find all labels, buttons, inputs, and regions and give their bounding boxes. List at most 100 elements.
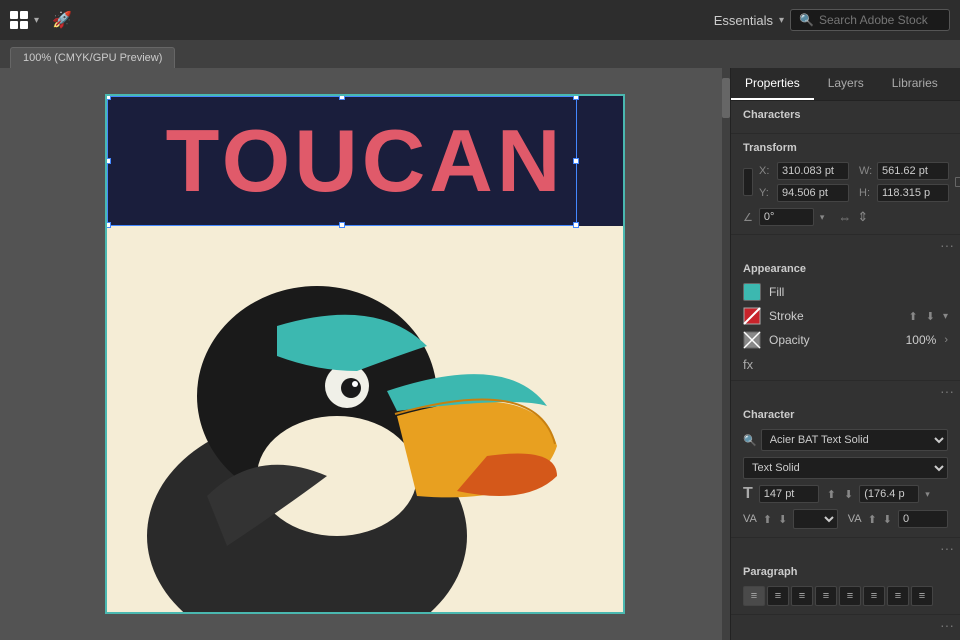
tracking-icon: VA (848, 513, 862, 525)
lock-proportions-icon[interactable] (955, 177, 960, 187)
opacity-value: 100% (906, 333, 937, 347)
x-label: X: (759, 165, 773, 177)
w-label: W: (859, 165, 873, 177)
search-stock-icon: 🔍 (799, 13, 814, 27)
quick-actions-section: Quick Actions Create Outlines Arrange (731, 635, 960, 640)
kerning-select[interactable] (793, 509, 837, 529)
font-search-icon: 🔍 (743, 434, 757, 447)
banner: TOUCAN (107, 96, 623, 226)
main-area: TOUCAN (0, 68, 960, 640)
stroke-adjust-down[interactable]: ⬇ (926, 310, 935, 323)
fill-color-swatch[interactable] (743, 283, 761, 301)
characters-section: Characters (731, 101, 960, 134)
appearance-more[interactable]: ··· (731, 381, 960, 401)
paragraph-section: Paragraph ≡ ≡ ≡ ≡ ≡ ≡ ≡ ≡ (731, 558, 960, 615)
font-name-row: 🔍 Acier BAT Text Solid (743, 429, 948, 451)
rocket-icon: 🚀 (52, 10, 72, 30)
artboard-container: TOUCAN (95, 84, 635, 624)
font-name-select[interactable]: Acier BAT Text Solid (761, 429, 948, 451)
opacity-row: Opacity 100% › (743, 331, 948, 349)
paragraph-title: Paragraph (743, 566, 948, 578)
up-arrow: ⬆ (827, 488, 836, 501)
kerning-down: ⬇ (778, 513, 787, 526)
align-justify-center-btn[interactable]: ≡ (863, 586, 885, 606)
kerning-up: ⬆ (763, 513, 772, 526)
opacity-label: Opacity (769, 333, 898, 347)
essentials-area: Essentials ▾ 🔍 (714, 9, 950, 31)
canvas-scrollbar[interactable] (722, 68, 730, 640)
tracking-row: VA ⬆ ⬇ VA ⬆ ⬇ (743, 509, 948, 529)
fx-button[interactable]: fx (743, 357, 753, 372)
font-size-row: T ⬆ ⬇ ▾ (743, 485, 948, 503)
search-stock-box[interactable]: 🔍 (790, 9, 950, 31)
leading-dropdown[interactable]: ▾ (925, 489, 930, 500)
top-bar: ▾ 🚀 Essentials ▾ 🔍 (0, 0, 960, 40)
align-justify-btn[interactable]: ≡ (815, 586, 837, 606)
characters-title: Characters (743, 109, 948, 121)
font-style-select[interactable]: Text Solid (743, 457, 948, 479)
transform-section: Transform X: W: Y: (731, 134, 960, 235)
angle-dropdown-arrow[interactable]: ▾ (820, 212, 825, 223)
essentials-label[interactable]: Essentials (714, 13, 773, 28)
tab-bar: 100% (CMYK/GPU Preview) (0, 40, 960, 68)
h-input[interactable] (877, 184, 949, 202)
fx-row: fx (743, 353, 948, 372)
appearance-title: Appearance (743, 263, 948, 275)
stroke-row: Stroke ⬆ ⬇ ▾ (743, 307, 948, 325)
tracking-input[interactable] (898, 510, 948, 528)
toucan-illustration (107, 196, 623, 614)
app-icon[interactable]: ▾ (10, 11, 39, 29)
panel-expand-icon[interactable]: » (952, 68, 960, 100)
tab-properties[interactable]: Properties (731, 68, 814, 100)
y-input[interactable] (777, 184, 849, 202)
transform-more[interactable]: ··· (731, 235, 960, 255)
artboard: TOUCAN (105, 94, 625, 614)
banner-text: TOUCAN (166, 117, 565, 205)
app-menu-arrow: ▾ (34, 15, 39, 26)
stroke-label: Stroke (769, 309, 901, 323)
canvas-area[interactable]: TOUCAN (0, 68, 730, 640)
transform-title: Transform (743, 142, 948, 154)
font-size-icon: T (743, 485, 753, 503)
stroke-adjust-up[interactable]: ⬆ (909, 310, 918, 323)
angle-input[interactable] (759, 208, 814, 226)
tracking-up: ⬆ (868, 513, 877, 526)
fill-label: Fill (769, 285, 948, 299)
paragraph-more[interactable]: ··· (731, 615, 960, 635)
transform-reference-grid[interactable] (743, 168, 753, 196)
align-justify-right-btn[interactable]: ≡ (887, 586, 909, 606)
fill-row: Fill (743, 283, 948, 301)
kerning-icon: VA (743, 513, 757, 525)
right-panel: Properties Layers Libraries » Characters… (730, 68, 960, 640)
align-justify-left-btn[interactable]: ≡ (839, 586, 861, 606)
essentials-dropdown-arrow: ▾ (779, 15, 784, 26)
paragraph-align-row: ≡ ≡ ≡ ≡ ≡ ≡ ≡ ≡ (743, 586, 948, 606)
tracking-down: ⬇ (883, 513, 892, 526)
character-more[interactable]: ··· (731, 538, 960, 558)
stroke-dropdown[interactable]: ▾ (943, 311, 948, 322)
leading-input[interactable] (859, 485, 919, 503)
app-squares-icon (10, 11, 28, 29)
tab-libraries[interactable]: Libraries (878, 68, 952, 100)
align-center-btn[interactable]: ≡ (767, 586, 789, 606)
search-stock-input[interactable] (819, 13, 939, 27)
angle-label: ∠ (743, 211, 753, 224)
w-input[interactable] (877, 162, 949, 180)
tab-layers[interactable]: Layers (814, 68, 878, 100)
x-input[interactable] (777, 162, 849, 180)
stroke-icon[interactable] (743, 307, 761, 325)
align-left-btn[interactable]: ≡ (743, 586, 765, 606)
font-size-input[interactable] (759, 485, 819, 503)
opacity-icon (743, 331, 761, 349)
active-document-tab[interactable]: 100% (CMYK/GPU Preview) (10, 47, 175, 68)
flip-h-icon[interactable]: ⇔ (838, 210, 851, 225)
flip-v-icon[interactable]: ⇕ (857, 209, 868, 225)
character-section: Character 🔍 Acier BAT Text Solid Text So… (731, 401, 960, 538)
h-label: H: (859, 187, 873, 199)
align-justify-all-btn[interactable]: ≡ (911, 586, 933, 606)
home-icon[interactable]: 🚀 (51, 9, 73, 31)
canvas-scroll-thumb (722, 78, 730, 118)
opacity-expand-arrow[interactable]: › (944, 334, 948, 346)
align-right-btn[interactable]: ≡ (791, 586, 813, 606)
y-label: Y: (759, 187, 773, 199)
